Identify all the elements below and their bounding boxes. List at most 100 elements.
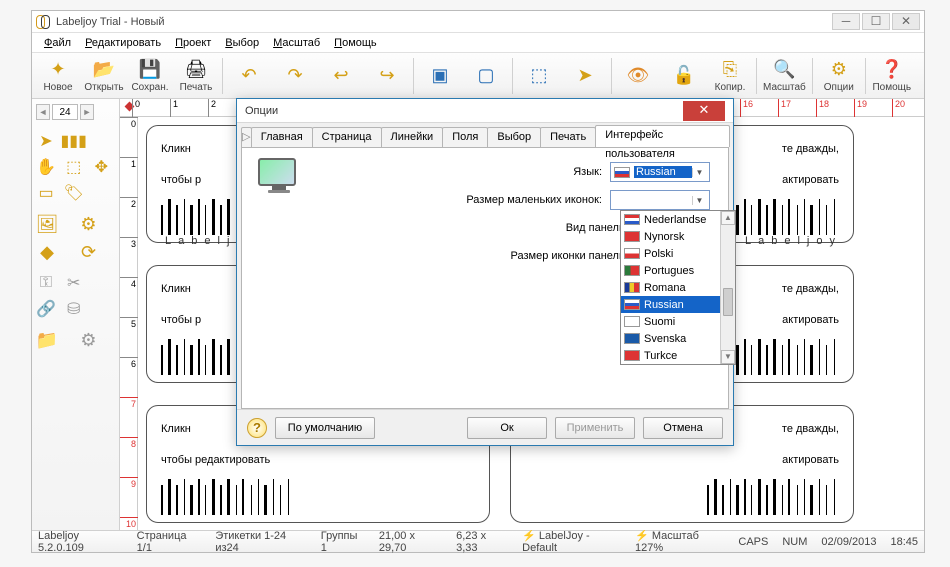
- default-button[interactable]: По умолчанию: [275, 417, 375, 439]
- menu-edit[interactable]: Редактировать: [79, 35, 167, 51]
- tb-redo[interactable]: ↷: [273, 56, 317, 96]
- lang-option-nynorsk[interactable]: Nynorsk: [621, 228, 735, 245]
- tb-options[interactable]: ⚙Опции: [817, 56, 861, 96]
- tb-lock[interactable]: 🔓: [662, 56, 706, 96]
- tool-pick-icon[interactable]: ⬚: [64, 157, 84, 177]
- pager: ◄ ►: [36, 103, 115, 121]
- flag-icon: [624, 299, 640, 310]
- menu-file[interactable]: Файл: [38, 35, 77, 51]
- tb-save[interactable]: 💾Сохран.: [128, 56, 172, 96]
- scroll-up-icon[interactable]: ▲: [721, 211, 735, 225]
- lang-option-turkce[interactable]: Turkce: [621, 347, 735, 364]
- tab-select[interactable]: Выбор: [487, 127, 541, 147]
- tb-back[interactable]: ↩: [319, 56, 363, 96]
- tool-db-icon[interactable]: ⛁: [64, 299, 84, 319]
- tab-main[interactable]: Главная: [251, 127, 313, 147]
- lang-option-romana[interactable]: Romana: [621, 279, 735, 296]
- dialog-titlebar: Опции ✕: [237, 99, 733, 123]
- tb-bring-front[interactable]: ▣: [418, 56, 462, 96]
- scroll-down-icon[interactable]: ▼: [721, 350, 735, 364]
- tb-send-back[interactable]: ▢: [464, 56, 508, 96]
- tool-cut-icon[interactable]: ✂: [64, 273, 84, 293]
- lang-option-suomi[interactable]: Suomi: [621, 313, 735, 330]
- apply-button[interactable]: Применить: [555, 417, 635, 439]
- menu-help[interactable]: Помощь: [328, 35, 383, 51]
- dialog-footer: ? По умолчанию Ок Применить Отмена: [237, 409, 733, 445]
- tool-hand-icon[interactable]: ✋: [36, 157, 56, 177]
- tool-cursor-icon[interactable]: ➤: [36, 131, 56, 151]
- tb-print[interactable]: 🖨Печать: [174, 56, 218, 96]
- cancel-button[interactable]: Отмена: [643, 417, 723, 439]
- status-date: 02/09/2013: [821, 536, 876, 548]
- menu-zoom[interactable]: Масштаб: [267, 35, 326, 51]
- toolbar: ✦Новое 📂Открыть 💾Сохран. 🖨Печать ↶ ↷ ↩ ↪…: [32, 53, 924, 99]
- tb-arrow[interactable]: ➤: [563, 56, 607, 96]
- tool-frame-icon[interactable]: 🖼: [36, 213, 58, 235]
- lang-option-svenska[interactable]: Svenska: [621, 330, 735, 347]
- tool-label-icon[interactable]: ▭: [36, 183, 56, 203]
- page-prev[interactable]: ◄: [36, 104, 50, 120]
- tool-folder-icon[interactable]: 📁: [36, 329, 58, 351]
- tool-move-icon[interactable]: ✥: [91, 157, 111, 177]
- monitor-icon: [258, 158, 300, 196]
- chevron-down-icon: ▼: [692, 168, 706, 177]
- small-icon-select[interactable]: ▼: [610, 190, 710, 210]
- tab-fields[interactable]: Поля: [442, 127, 488, 147]
- tb-new[interactable]: ✦Новое: [36, 56, 80, 96]
- tb-zoom[interactable]: 🔍Масштаб: [761, 56, 808, 96]
- tb-fwd[interactable]: ↪: [365, 56, 409, 96]
- lang-option-nederlandse[interactable]: Nederlandse: [621, 211, 735, 228]
- page-input[interactable]: [52, 104, 78, 120]
- menu-select[interactable]: Выбор: [219, 35, 265, 51]
- language-select[interactable]: Russian ▼: [610, 162, 710, 182]
- tab-print[interactable]: Печать: [540, 127, 596, 147]
- minimize-button[interactable]: ─: [832, 13, 860, 30]
- flag-icon: [624, 350, 640, 361]
- tool-rotate-icon[interactable]: ⟳: [78, 241, 100, 263]
- barcode-icon: [161, 476, 293, 515]
- tab-page[interactable]: Страница: [312, 127, 382, 147]
- ok-button[interactable]: Ок: [467, 417, 547, 439]
- tab-ui[interactable]: Интерфейс пользователя: [595, 125, 730, 147]
- tool-link-icon[interactable]: 🔗: [36, 299, 56, 319]
- status-dim: 21,00 x 29,70: [379, 530, 440, 554]
- tab-rulers[interactable]: Линейки: [381, 127, 444, 147]
- tool-gear-icon[interactable]: ⚙: [78, 213, 100, 235]
- tool-shape-icon[interactable]: ◆: [36, 241, 58, 263]
- status-page: Страница 1/1: [137, 530, 200, 554]
- tool-tag-icon[interactable]: 🏷: [64, 183, 84, 203]
- dialog-close-button[interactable]: ✕: [683, 101, 725, 121]
- close-button[interactable]: ✕: [892, 13, 920, 30]
- dropdown-scrollbar[interactable]: ▲ ▼: [720, 211, 735, 364]
- maximize-button[interactable]: ☐: [862, 13, 890, 30]
- tools-bottom: 📁 ⚙: [36, 329, 115, 351]
- lang-option-russian[interactable]: Russian: [621, 296, 735, 313]
- v-ruler: 012345678910: [120, 117, 138, 530]
- page-next[interactable]: ►: [80, 104, 94, 120]
- scroll-thumb[interactable]: [723, 288, 733, 316]
- help-icon[interactable]: ?: [247, 418, 267, 438]
- tb-open[interactable]: 📂Открыть: [82, 56, 126, 96]
- menubar: Файл Редактировать Проект Выбор Масштаб …: [32, 33, 924, 53]
- dialog-tabs: ▷ Главная Страница Линейки Поля Выбор Пе…: [237, 123, 733, 147]
- tb-help[interactable]: ❓Помощь: [870, 56, 914, 96]
- flag-icon: [624, 333, 640, 344]
- flag-icon: [624, 316, 640, 327]
- lang-option-portugues[interactable]: Portugues: [621, 262, 735, 279]
- lang-option-polski[interactable]: Polski: [621, 245, 735, 262]
- tb-view[interactable]: 👁: [616, 56, 660, 96]
- app-logo-icon: [36, 15, 50, 29]
- flag-ru-icon: [614, 167, 630, 178]
- tool-empty-icon: [91, 131, 111, 151]
- tool-key-icon[interactable]: ⚿: [36, 273, 56, 293]
- tool-barcode-icon[interactable]: ▮▮▮: [64, 131, 84, 151]
- tb-copy[interactable]: ⎘Копир.: [708, 56, 752, 96]
- tool-cog-icon[interactable]: ⚙: [78, 329, 100, 351]
- tb-select-all[interactable]: ⬚: [517, 56, 561, 96]
- tb-undo[interactable]: ↶: [227, 56, 271, 96]
- flag-icon: [624, 265, 640, 276]
- flag-icon: [624, 282, 640, 293]
- menu-project[interactable]: Проект: [169, 35, 217, 51]
- status-time: 18:45: [890, 536, 918, 548]
- tools-misc: ⚿ ✂ 🔗 ⛁: [36, 273, 115, 319]
